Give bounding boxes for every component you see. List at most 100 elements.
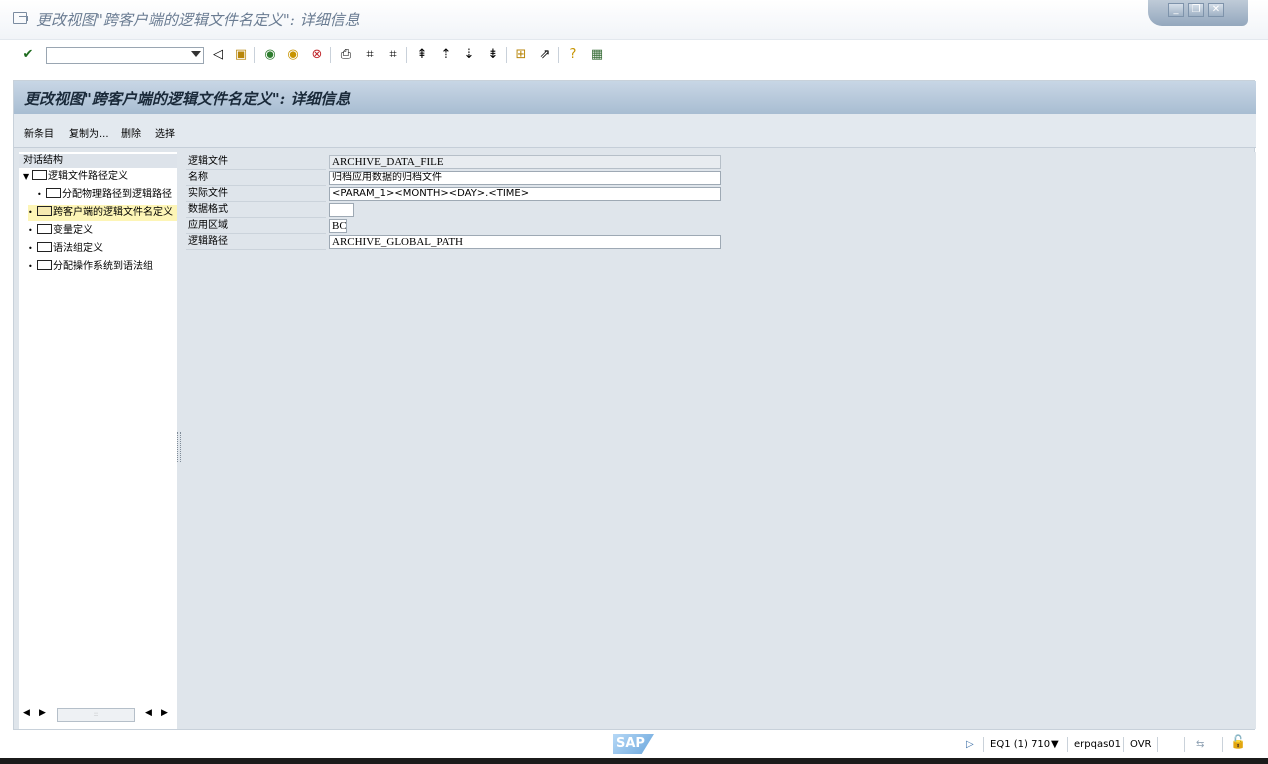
tree-node-label: 逻辑文件路径定义 [48,171,128,182]
physical-file-field[interactable]: <PARAM_1><MONTH><DAY>.<TIME> [329,187,721,201]
scroll-right-icon[interactable]: ▶ [161,708,168,718]
expand-arrow-icon[interactable]: ▼ [23,169,32,185]
logical-path-field[interactable]: ARCHIVE_GLOBAL_PATH [329,235,721,249]
tree-node-label: 跨客户端的逻辑文件名定义 [53,207,173,218]
next-page-icon[interactable]: ⇣ [460,46,478,64]
folder-icon [37,242,52,252]
data-format-field[interactable] [329,203,354,217]
status-divider [1222,737,1223,752]
system-dropdown-icon[interactable]: ▼ [1051,739,1059,750]
toolbar-divider [506,47,507,63]
status-expand-icon[interactable]: ▷ [966,739,974,750]
tree-node-label: 变量定义 [53,225,93,236]
page-title: 更改视图"跨客户端的逻辑文件名定义": 详细信息 [24,90,351,108]
logical-file-field[interactable]: ARCHIVE_DATA_FILE [329,155,721,169]
tree-node-assign-physical-path[interactable]: • 分配物理路径到逻辑路径 [37,187,177,203]
shortcut-icon[interactable]: ⇗ [536,46,554,64]
folder-icon [46,188,61,198]
select-button[interactable]: 选择 [155,125,175,140]
copy-as-button[interactable]: 复制为... [69,125,109,140]
back-icon[interactable]: ◉ [261,46,279,64]
help-icon[interactable]: ? [564,46,582,64]
cancel-icon[interactable]: ⊗ [308,46,326,64]
field-label: 实际文件 [186,186,326,202]
minimize-icon[interactable]: _ [1168,3,1184,17]
tree-node-syntax-group[interactable]: • 语法组定义 [28,241,177,257]
insert-mode[interactable]: OVR [1130,739,1151,750]
exit-icon[interactable]: ◉ [284,46,302,64]
open-folder-icon [37,206,52,216]
delete-button[interactable]: 删除 [121,125,141,140]
bullet-icon: • [28,244,33,253]
scroll-left-icon[interactable]: ◀ [23,708,30,718]
tree-node-label: 分配物理路径到逻辑路径 [62,189,172,200]
name-field[interactable]: 归档应用数据的归档文件 [329,171,721,185]
field-label: 名称 [186,170,326,186]
status-divider [1123,737,1124,752]
folder-icon [32,170,47,180]
tree-node-label: 语法组定义 [53,243,103,254]
create-session-icon[interactable]: ⊞ [512,46,530,64]
bullet-icon: • [28,226,33,235]
status-bar: SAP ▷ EQ1 (1) 710 ▼ erpqas01 OVR ⇆ 🔓 [0,732,1268,758]
server-name: erpqas01 [1074,739,1122,750]
panel-splitter[interactable] [177,432,181,462]
scroll-thumb[interactable]: :: [57,708,135,722]
lock-icon[interactable]: 🔓 [1230,735,1246,750]
chevron-down-icon[interactable] [191,51,201,57]
status-divider [1184,737,1185,752]
application-area: 更改视图"跨客户端的逻辑文件名定义": 详细信息 新条目 复制为... 删除 选… [13,80,1256,730]
print-icon[interactable]: ⎙ [337,46,355,64]
toolbar-divider [406,47,407,63]
back-triangle-icon[interactable]: ◁ [209,46,227,64]
scroll-left-icon[interactable]: ◀ [145,708,152,718]
field-label: 应用区域 [186,218,326,234]
bullet-icon: • [28,208,33,217]
tree-node-label: 分配操作系统到语法组 [53,261,153,272]
previous-page-icon[interactable]: ⇡ [437,46,455,64]
window-menu-icon[interactable] [13,12,28,24]
taskbar-edge [0,758,1268,764]
toolbar-divider [558,47,559,63]
window-titlebar: 更改视图"跨客户端的逻辑文件名定义": 详细信息 _ ❐ ✕ [0,0,1268,40]
field-label: 逻辑文件 [186,154,326,170]
status-divider [1067,737,1068,752]
restore-icon[interactable]: ❐ [1188,3,1204,17]
toolbar-divider [330,47,331,63]
new-entries-button[interactable]: 新条目 [24,125,54,140]
tree-node-logical-filename[interactable]: • 跨客户端的逻辑文件名定义 [28,205,177,221]
find-next-icon[interactable]: ⌗ [384,46,402,64]
system-info: EQ1 (1) 710 [990,739,1051,750]
toolbar-divider [254,47,255,63]
status-divider [983,737,984,752]
command-field[interactable] [46,47,204,64]
tree-node-variables[interactable]: • 变量定义 [28,223,177,239]
detail-panel: 逻辑文件 ARCHIVE_DATA_FILE 名称 归档应用数据的归档文件 实际… [184,152,1256,729]
first-page-icon[interactable]: ⇞ [413,46,431,64]
last-page-icon[interactable]: ⇟ [484,46,502,64]
enter-check-icon[interactable]: ✔ [19,46,37,64]
dialog-structure-heading: 对话结构 [19,154,177,168]
status-divider [1157,737,1158,752]
application-toolbar: 新条目 复制为... 删除 选择 [14,114,1256,148]
save-icon[interactable]: ▣ [232,46,250,64]
tree-node-os-assignment[interactable]: • 分配操作系统到语法组 [28,259,177,275]
bullet-icon: • [37,190,42,199]
find-icon[interactable]: ⌗ [361,46,379,64]
window-title: 更改视图"跨客户端的逻辑文件名定义": 详细信息 [36,11,360,29]
dialog-structure-panel: 对话结构 ▼ 逻辑文件路径定义 • 分配物理路径到逻辑路径 • 跨客户端的逻辑文件名定… [19,152,177,729]
standard-toolbar: ✔ ◁ ▣ ◉ ◉ ⊗ ⎙ ⌗ ⌗ ⇞ ⇡ ⇣ ⇟ ⊞ ⇗ ? ▦ [0,41,1268,70]
scroll-right-icon[interactable]: ▶ [39,708,46,718]
tree-node-logical-path[interactable]: ▼ 逻辑文件路径定义 [23,169,177,185]
tree-horizontal-scrollbar[interactable]: ◀ ▶ :: ◀ ▶ [19,705,177,723]
screen-header: 更改视图"跨客户端的逻辑文件名定义": 详细信息 [14,81,1256,114]
folder-icon [37,224,52,234]
customize-layout-icon[interactable]: ▦ [588,46,606,64]
folder-icon [37,260,52,270]
close-icon[interactable]: ✕ [1208,3,1224,17]
field-label: 数据格式 [186,202,326,218]
field-label: 逻辑路径 [186,234,326,250]
connection-icon: ⇆ [1196,739,1205,750]
application-area-field[interactable]: BC [329,219,347,233]
window-controls: _ ❐ ✕ [1148,0,1248,26]
